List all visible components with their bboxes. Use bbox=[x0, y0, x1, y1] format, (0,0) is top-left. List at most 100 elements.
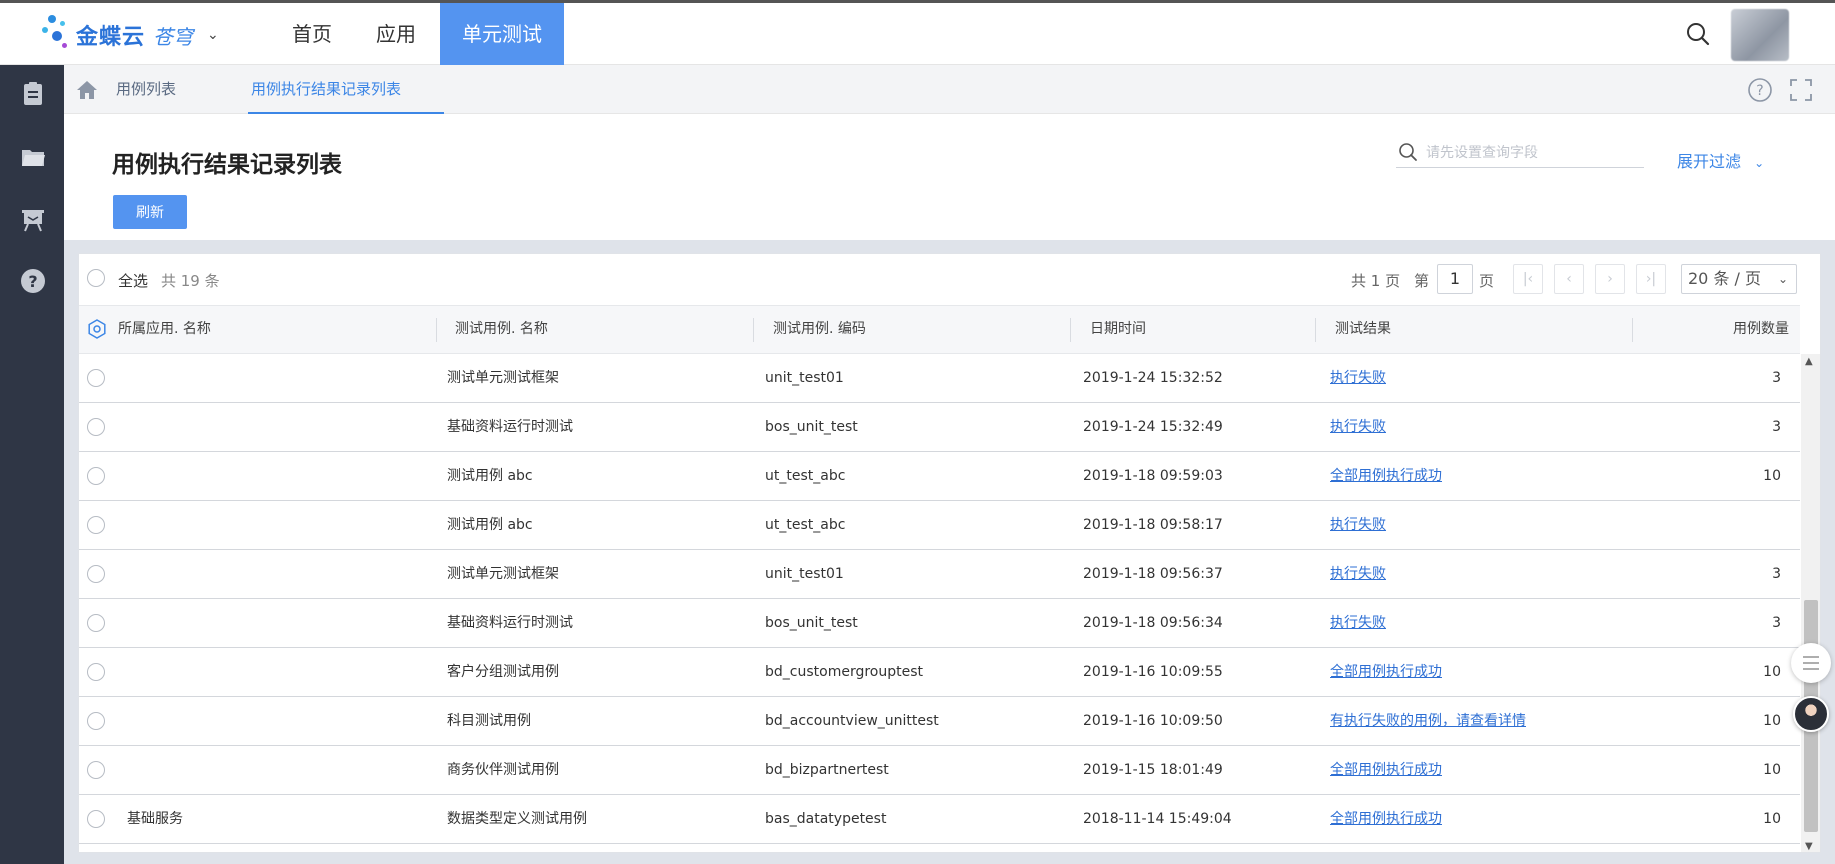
page-size-select[interactable]: 20 条 / 页 ⌄ bbox=[1681, 264, 1797, 294]
scroll-up-icon[interactable]: ▲ bbox=[1805, 356, 1813, 367]
cell-result-link[interactable]: 执行失败 bbox=[1330, 599, 1386, 648]
table-row[interactable]: 商务伙伴测试用例 bd_bizpartnertest 2019-1-15 18:… bbox=[79, 746, 1800, 795]
fullscreen-icon[interactable] bbox=[1788, 77, 1814, 103]
row-checkbox[interactable] bbox=[87, 614, 105, 632]
table-row[interactable]: 测试单元测试框架 unit_test01 2019-1-24 15:32:52 … bbox=[79, 354, 1800, 403]
cell-case-name: 客户分组测试用例 bbox=[447, 664, 559, 680]
cell-result-link[interactable]: 有执行失败的用例，请查看详情 bbox=[1330, 697, 1526, 746]
col-case-name[interactable]: 测试用例. 名称 bbox=[445, 306, 548, 353]
cell-count: 3 bbox=[1772, 615, 1781, 631]
cell-case-code: bd_accountview_unittest bbox=[765, 713, 939, 729]
row-checkbox[interactable] bbox=[87, 712, 105, 730]
presentation-icon[interactable] bbox=[20, 207, 46, 233]
chevron-down-icon[interactable]: ⌄ bbox=[207, 27, 219, 43]
row-checkbox[interactable] bbox=[87, 467, 105, 485]
cell-datetime: 2019-1-24 15:32:52 bbox=[1083, 370, 1223, 386]
search-field[interactable] bbox=[1396, 136, 1644, 168]
prev-page-icon[interactable]: ‹ bbox=[1554, 264, 1584, 294]
column-settings-icon[interactable] bbox=[87, 319, 107, 339]
menu-icon[interactable] bbox=[1791, 643, 1831, 683]
logo-subtext: 苍穹 bbox=[153, 24, 194, 49]
select-all-label[interactable]: 全选 bbox=[118, 270, 148, 291]
row-checkbox[interactable] bbox=[87, 418, 105, 436]
col-datetime[interactable]: 日期时间 bbox=[1080, 306, 1146, 353]
cell-case-code: ut_test_abc bbox=[765, 517, 846, 533]
cell-case-name: 测试用例 abc bbox=[447, 517, 533, 533]
nav-unit-test[interactable]: 单元测试 bbox=[440, 3, 564, 65]
cell-case-name: 科目测试用例 bbox=[447, 713, 531, 729]
help-icon[interactable]: ? bbox=[1747, 77, 1773, 103]
folder-icon[interactable] bbox=[20, 144, 46, 170]
chevron-down-icon: ⌄ bbox=[1754, 156, 1765, 170]
cell-result-link[interactable]: 全部用例执行成功 bbox=[1330, 795, 1442, 844]
table-row[interactable]: 基础资料运行时测试 bos_unit_test 2019-1-24 15:32:… bbox=[79, 403, 1800, 452]
crumb-result-list[interactable]: 用例执行结果记录列表 bbox=[248, 65, 444, 114]
table-row[interactable]: 基础服务 数据类型定义测试用例 bas_datatypetest 2018-11… bbox=[79, 795, 1800, 844]
help-circle-icon[interactable]: ? bbox=[20, 268, 46, 294]
page-number-input[interactable]: 1 bbox=[1437, 264, 1473, 294]
cell-case-name: 数据类型定义测试用例 bbox=[447, 811, 587, 827]
user-avatar[interactable] bbox=[1731, 9, 1789, 61]
cell-case-code: bos_unit_test bbox=[765, 419, 858, 435]
scroll-down-icon[interactable]: ▼ bbox=[1805, 841, 1813, 852]
expand-filter-label: 展开过滤 bbox=[1677, 152, 1742, 171]
first-page-icon[interactable]: |‹ bbox=[1513, 264, 1543, 294]
cell-count: 10 bbox=[1763, 713, 1781, 729]
breadcrumb-bar: 用例列表 用例执行结果记录列表 ? bbox=[64, 65, 1835, 114]
last-page-icon[interactable]: ›| bbox=[1636, 264, 1666, 294]
cell-case-name: 基础资料运行时测试 bbox=[447, 419, 573, 435]
cell-count: 10 bbox=[1763, 664, 1781, 680]
table-toolbar: 全选 共 19 条 共 1 页 第 1 页 |‹ ‹ › ›| 20 条 / 页… bbox=[79, 254, 1820, 305]
cell-result-link[interactable]: 执行失败 bbox=[1330, 354, 1386, 403]
cell-result-link[interactable]: 执行失败 bbox=[1330, 501, 1386, 550]
table-row[interactable]: 测试单元测试框架 unit_test01 2019-1-18 09:56:37 … bbox=[79, 550, 1800, 599]
vertical-scrollbar[interactable]: ▲ ▼ bbox=[1801, 354, 1820, 852]
home-icon[interactable] bbox=[76, 80, 98, 100]
table-row[interactable]: 客户分组测试用例 bd_customergrouptest 2019-1-16 … bbox=[79, 648, 1800, 697]
table-row[interactable]: 测试用例 abc ut_test_abc 2019-1-18 09:59:03 … bbox=[79, 452, 1800, 501]
row-checkbox[interactable] bbox=[87, 565, 105, 583]
row-checkbox[interactable] bbox=[87, 761, 105, 779]
table-row[interactable]: 科目测试用例 bd_accountview_unittest 2019-1-16… bbox=[79, 697, 1800, 746]
cell-case-code: bd_bizpartnertest bbox=[765, 762, 889, 778]
cell-datetime: 2018-11-14 15:49:04 bbox=[1083, 811, 1232, 827]
table-row[interactable]: 测试用例 abc ut_test_abc 2019-1-18 09:58:17 … bbox=[79, 501, 1800, 550]
refresh-button[interactable]: 刷新 bbox=[113, 195, 187, 229]
row-checkbox[interactable] bbox=[87, 810, 105, 828]
cell-result-link[interactable]: 执行失败 bbox=[1330, 550, 1386, 599]
col-count[interactable]: 用例数量 bbox=[1699, 306, 1789, 353]
row-checkbox[interactable] bbox=[87, 369, 105, 387]
cell-count: 3 bbox=[1772, 566, 1781, 582]
col-result[interactable]: 测试结果 bbox=[1325, 306, 1391, 353]
cell-result-link[interactable]: 执行失败 bbox=[1330, 403, 1386, 452]
cell-result-link[interactable]: 全部用例执行成功 bbox=[1330, 746, 1442, 795]
expand-filter-toggle[interactable]: 展开过滤 ⌄ bbox=[1677, 148, 1764, 172]
clipboard-icon[interactable] bbox=[20, 81, 46, 107]
app-logo[interactable]: 金蝶云 苍穹 ⌄ bbox=[42, 13, 219, 57]
select-all-checkbox[interactable] bbox=[87, 269, 105, 287]
cell-datetime: 2019-1-18 09:58:17 bbox=[1083, 517, 1223, 533]
top-bar: 金蝶云 苍穹 ⌄ 首页 应用 单元测试 bbox=[0, 0, 1835, 65]
cell-case-code: bas_datatypetest bbox=[765, 811, 887, 827]
assistant-avatar[interactable] bbox=[1793, 696, 1829, 732]
table-body: 测试单元测试框架 unit_test01 2019-1-24 15:32:52 … bbox=[79, 354, 1800, 852]
table-row[interactable]: 基础资料运行时测试 bos_unit_test 2019-1-18 09:56:… bbox=[79, 599, 1800, 648]
cell-case-code: bd_customergrouptest bbox=[765, 664, 923, 680]
next-page-icon[interactable]: › bbox=[1595, 264, 1625, 294]
row-checkbox[interactable] bbox=[87, 663, 105, 681]
logo-mark bbox=[42, 13, 76, 57]
search-input[interactable] bbox=[1426, 140, 1636, 164]
page-size-value: 20 条 / 页 bbox=[1688, 269, 1762, 288]
col-app-name[interactable]: 所属应用. 名称 bbox=[108, 306, 211, 353]
col-case-code[interactable]: 测试用例. 编码 bbox=[763, 306, 866, 353]
cell-count: 3 bbox=[1772, 419, 1781, 435]
crumb-case-list[interactable]: 用例列表 bbox=[116, 65, 176, 114]
nav-home[interactable]: 首页 bbox=[270, 3, 354, 65]
nav-apps[interactable]: 应用 bbox=[354, 3, 438, 65]
row-checkbox[interactable] bbox=[87, 516, 105, 534]
left-sidebar: ? bbox=[0, 65, 64, 864]
total-pages: 共 1 页 bbox=[1351, 272, 1401, 290]
cell-result-link[interactable]: 全部用例执行成功 bbox=[1330, 452, 1442, 501]
search-icon[interactable] bbox=[1685, 21, 1711, 47]
cell-result-link[interactable]: 全部用例执行成功 bbox=[1330, 648, 1442, 697]
